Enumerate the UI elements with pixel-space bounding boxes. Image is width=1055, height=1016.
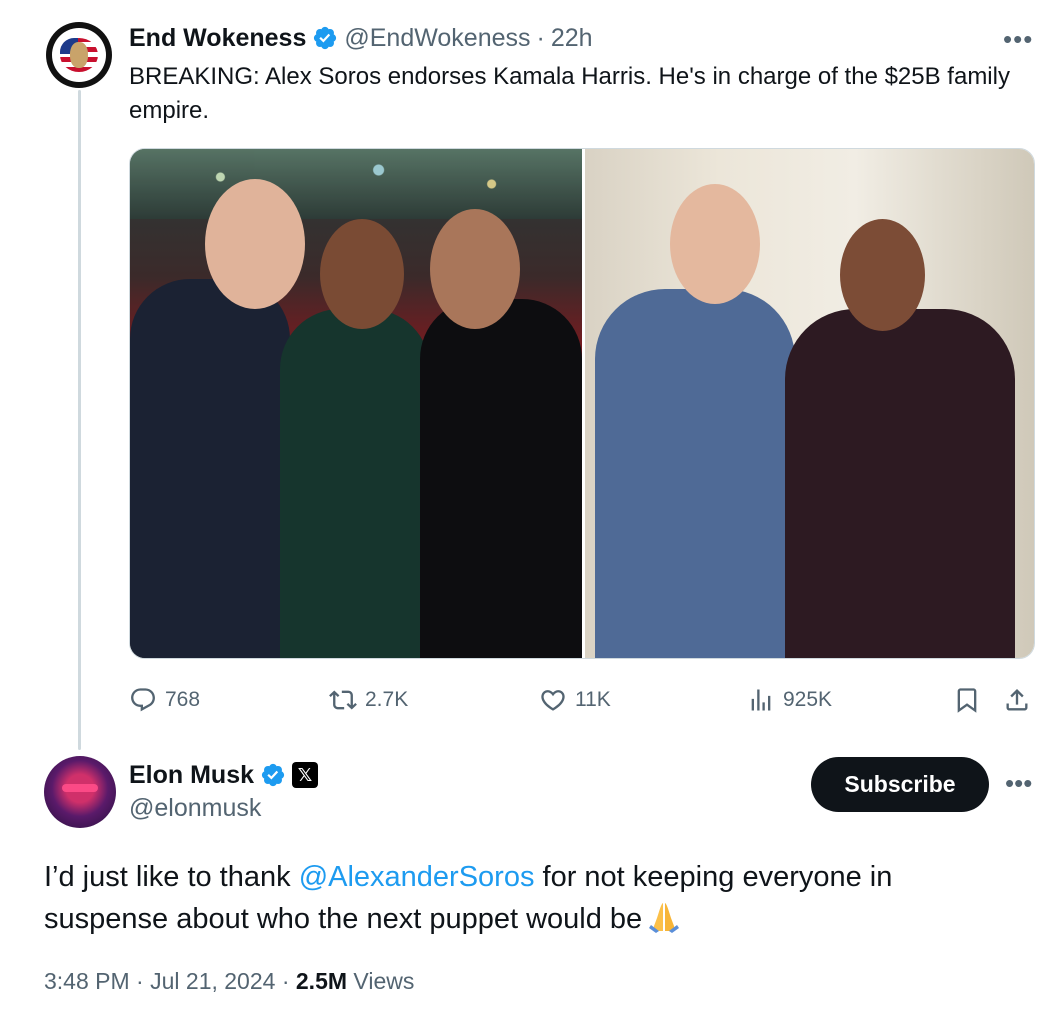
dot-separator: · xyxy=(136,968,144,994)
photo-figure-head xyxy=(430,209,520,329)
author-handle[interactable]: @elonmusk xyxy=(129,794,261,823)
avatar-figure xyxy=(70,42,88,68)
bookmark-button[interactable] xyxy=(953,680,989,720)
x-affiliate-icon[interactable]: 𝕏 xyxy=(292,762,319,788)
photo-figure-head xyxy=(205,179,305,309)
repost-icon xyxy=(329,690,357,710)
subscribe-button[interactable]: Subscribe xyxy=(811,757,989,812)
avatar-glow xyxy=(62,784,98,792)
verified-badge-icon xyxy=(314,26,337,50)
author-handle[interactable]: @EndWokeness xyxy=(344,24,530,53)
photo-figure xyxy=(785,309,1015,658)
end-wokeness-avatar[interactable] xyxy=(46,22,112,88)
mention-link[interactable]: @AlexanderSoros xyxy=(299,861,535,893)
tweet-time[interactable]: 22h xyxy=(551,24,593,53)
like-button[interactable]: 11K xyxy=(539,680,611,720)
folded-hands-emoji xyxy=(649,903,680,933)
tweet-date[interactable]: Jul 21, 2024 xyxy=(150,968,275,994)
more-options-icon[interactable]: ••• xyxy=(1005,768,1032,799)
repost-count: 2.7K xyxy=(365,688,409,711)
main-tweet-header: Elon Musk 𝕏 xyxy=(129,758,319,792)
tweet-text-before: I’d just like to thank xyxy=(44,861,299,893)
share-icon xyxy=(1006,689,1028,711)
bookmark-icon xyxy=(957,688,977,713)
views-button[interactable]: 925K xyxy=(747,680,832,720)
photo-figure xyxy=(420,299,582,658)
views-label: Views xyxy=(353,968,415,994)
photo-figure-head xyxy=(320,219,404,329)
like-count: 11K xyxy=(575,688,611,711)
verified-badge-icon xyxy=(261,763,285,787)
author-name[interactable]: End Wokeness xyxy=(129,24,306,53)
like-icon xyxy=(541,690,565,711)
photo-event-group[interactable] xyxy=(130,149,582,658)
share-button[interactable] xyxy=(1003,680,1039,720)
views-count: 925K xyxy=(783,688,833,711)
reply-button[interactable]: 768 xyxy=(129,680,200,720)
tweet-time[interactable]: 3:48 PM xyxy=(44,968,130,994)
parent-tweet-header: End Wokeness @EndWokeness · 22h xyxy=(129,22,593,54)
photo-two-people[interactable] xyxy=(585,149,1034,658)
thread-line xyxy=(78,90,81,750)
dot-separator: · xyxy=(536,23,545,52)
tweet-meta: 3:48 PM · Jul 21, 2024 · 2.5M Views xyxy=(44,968,414,995)
main-tweet-text: I’d just like to thank @AlexanderSoros f… xyxy=(44,856,1024,940)
tweet-actions: 768 2.7K 11K 925K xyxy=(129,680,1039,720)
reply-icon xyxy=(131,688,155,712)
views-icon xyxy=(751,689,771,711)
repost-button[interactable]: 2.7K xyxy=(329,680,408,720)
elon-musk-avatar[interactable] xyxy=(44,756,116,828)
photo-figure-head xyxy=(840,219,925,331)
dot-separator: · xyxy=(281,968,290,994)
reply-count: 768 xyxy=(165,688,201,711)
more-options-icon[interactable]: ••• xyxy=(1003,24,1033,55)
photo-figure-head xyxy=(670,184,760,304)
photo-figure xyxy=(130,279,290,658)
author-name[interactable]: Elon Musk xyxy=(129,761,254,790)
photo-figure xyxy=(595,289,795,658)
tweet-media[interactable] xyxy=(129,148,1035,659)
photo-figure xyxy=(280,309,430,658)
parent-tweet-text: BREAKING: Alex Soros endorses Kamala Har… xyxy=(129,63,1010,124)
views-count: 2.5M xyxy=(295,968,348,994)
photo-ceiling-lights xyxy=(130,149,582,219)
